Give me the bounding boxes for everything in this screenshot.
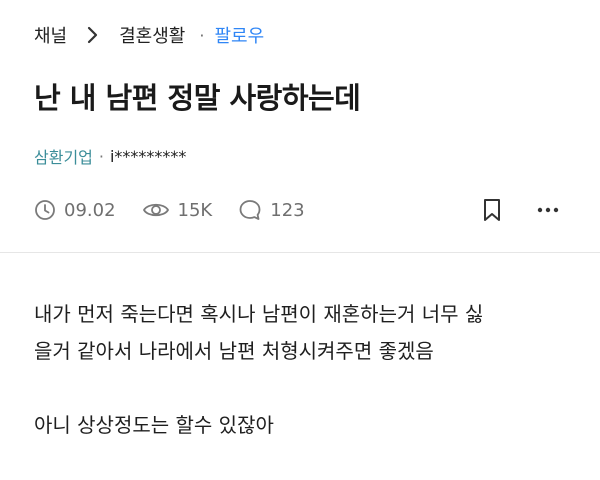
author-id[interactable]: i*********	[110, 147, 186, 166]
post-stats: 09.02 15K 123	[34, 196, 331, 224]
post-title: 난 내 남편 정말 사랑하는데	[34, 81, 361, 115]
clock-icon	[35, 200, 55, 220]
breadcrumb-channel[interactable]: 채널	[34, 22, 67, 48]
eye-icon	[142, 203, 169, 217]
post-comments-value: 123	[270, 199, 305, 221]
author-company[interactable]: 삼환기업	[34, 144, 93, 168]
post-date: 09.02	[34, 199, 116, 221]
bookmark-button[interactable]	[478, 196, 506, 224]
post-views-value: 15K	[177, 199, 213, 221]
post-body-line: 아니 상상정도는 할수 있잖아	[34, 413, 274, 437]
post-body-line: 내가 먼저 죽는다면 혹시나 남편이 재혼하는거 너무 싫	[34, 302, 484, 326]
follow-button[interactable]: 팔로우	[214, 22, 264, 48]
breadcrumb-dot: ·	[199, 25, 205, 45]
post-comments[interactable]: 123	[238, 199, 305, 221]
author-line: 삼환기업 · i*********	[34, 144, 186, 168]
bookmark-icon	[484, 199, 500, 221]
comment-icon	[239, 200, 261, 220]
post-views: 15K	[142, 199, 213, 221]
post-date-value: 09.02	[64, 199, 116, 221]
more-button[interactable]	[532, 196, 564, 224]
breadcrumb-board[interactable]: 결혼생활	[119, 22, 185, 48]
chevron-right-icon	[83, 25, 103, 45]
post-body-line: 을거 같아서 나라에서 남편 처형시켜주면 좋겠음	[34, 339, 434, 363]
divider	[0, 252, 600, 253]
author-separator: ·	[98, 146, 104, 166]
post-body: 내가 먼저 죽는다면 혹시나 남편이 재혼하는거 너무 싫 을거 같아서 나라에…	[34, 296, 574, 444]
breadcrumb: 채널 결혼생활 · 팔로우	[34, 20, 264, 50]
more-icon	[537, 207, 559, 213]
